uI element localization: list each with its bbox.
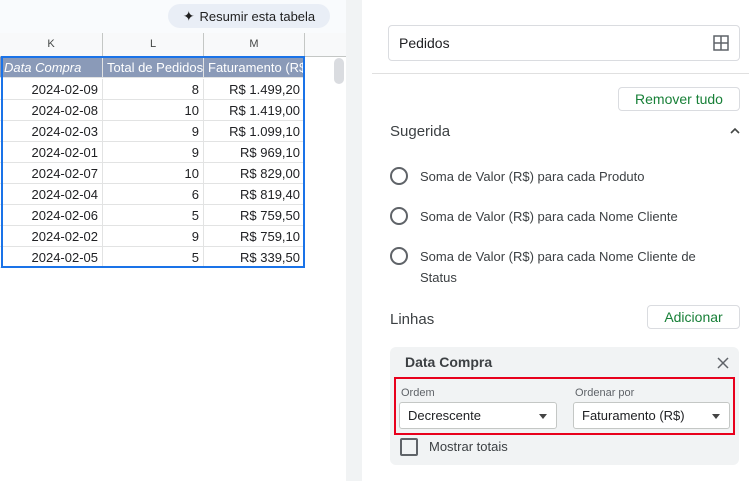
date-cell[interactable]: 2024-02-04 — [0, 184, 103, 205]
column-headers: K L M — [0, 33, 346, 57]
header-cell[interactable]: Total de Pedidos — [103, 57, 204, 78]
summarize-label: Resumir esta tabela — [199, 8, 316, 24]
summarize-table-button[interactable]: ✦ Resumir esta tabela — [168, 4, 330, 28]
orders-cell[interactable]: 8 — [103, 79, 204, 100]
suggestion-item[interactable]: Soma de Valor (R$) para cada Nome Client… — [390, 247, 710, 288]
revenue-cell[interactable]: R$ 819,40 — [204, 184, 305, 205]
table-row: 2024-02-09 8 R$ 1.499,20 — [0, 79, 305, 100]
add-row-button[interactable]: Adicionar — [647, 305, 740, 329]
orders-cell[interactable]: 5 — [103, 247, 204, 268]
revenue-cell[interactable]: R$ 1.099,10 — [204, 121, 305, 142]
suggestion-item[interactable]: Soma de Valor (R$) para cada Produto — [390, 167, 710, 187]
revenue-cell[interactable]: R$ 759,10 — [204, 226, 305, 247]
suggested-section-title: Sugerida — [390, 123, 451, 140]
panel-separator — [372, 73, 749, 74]
suggestion-item[interactable]: Soma de Valor (R$) para cada Nome Client… — [390, 207, 710, 227]
header-cell[interactable]: Faturamento (R$ — [204, 57, 305, 78]
orders-cell[interactable]: 9 — [103, 226, 204, 247]
panel-divider — [346, 0, 362, 481]
radio-button[interactable] — [390, 247, 408, 265]
vertical-scrollbar[interactable] — [334, 58, 344, 84]
sparkle-icon: ✦ — [182, 7, 195, 24]
header-cell[interactable]: Data Compra — [0, 57, 103, 78]
grid-select-icon[interactable] — [713, 35, 729, 51]
date-cell[interactable]: 2024-02-03 — [0, 121, 103, 142]
revenue-cell[interactable]: R$ 1.419,00 — [204, 100, 305, 121]
remove-all-button[interactable]: Remover tudo — [618, 87, 740, 111]
orders-cell[interactable]: 6 — [103, 184, 204, 205]
table-row: 2024-02-08 10 R$ 1.419,00 — [0, 100, 305, 121]
column-header-m[interactable]: M — [204, 33, 305, 56]
suggestion-label: Soma de Valor (R$) para cada Nome Client… — [420, 209, 678, 224]
orders-cell[interactable]: 10 — [103, 163, 204, 184]
date-cell[interactable]: 2024-02-02 — [0, 226, 103, 247]
revenue-cell[interactable]: R$ 969,10 — [204, 142, 305, 163]
show-totals-checkbox[interactable] — [400, 438, 418, 456]
suggestion-label: Soma de Valor (R$) para cada Nome Client… — [420, 249, 696, 285]
date-cell[interactable]: 2024-02-09 — [0, 79, 103, 100]
table-header-row: Data Compra Total de Pedidos Faturamento… — [0, 57, 305, 78]
show-totals-label: Mostrar totais — [429, 439, 508, 454]
suggestion-label: Soma de Valor (R$) para cada Produto — [420, 169, 645, 184]
date-cell[interactable]: 2024-02-01 — [0, 142, 103, 163]
data-range-input[interactable]: Pedidos — [388, 25, 740, 61]
date-cell[interactable]: 2024-02-05 — [0, 247, 103, 268]
rows-section-title: Linhas — [390, 311, 435, 328]
date-cell[interactable]: 2024-02-06 — [0, 205, 103, 226]
column-header-k[interactable]: K — [0, 33, 103, 56]
table-row: 2024-02-07 10 R$ 829,00 — [0, 163, 305, 184]
date-cell[interactable]: 2024-02-08 — [0, 100, 103, 121]
table-row: 2024-02-02 9 R$ 759,10 — [0, 226, 305, 247]
data-range-value: Pedidos — [399, 35, 450, 51]
spreadsheet-area: ✦ Resumir esta tabela K L M Data Compra … — [0, 0, 346, 481]
row-field-title: Data Compra — [405, 354, 493, 370]
table-row: 2024-02-01 9 R$ 969,10 — [0, 142, 305, 163]
table-row: 2024-02-06 5 R$ 759,50 — [0, 205, 305, 226]
orders-cell[interactable]: 10 — [103, 100, 204, 121]
date-cell[interactable]: 2024-02-07 — [0, 163, 103, 184]
revenue-cell[interactable]: R$ 339,50 — [204, 247, 305, 268]
table-row: 2024-02-05 5 R$ 339,50 — [0, 247, 305, 268]
close-icon[interactable] — [716, 356, 730, 370]
table-row: 2024-02-04 6 R$ 819,40 — [0, 184, 305, 205]
column-header-l[interactable]: L — [103, 33, 204, 56]
orders-cell[interactable]: 5 — [103, 205, 204, 226]
radio-button[interactable] — [390, 167, 408, 185]
sheet-topbar: ✦ Resumir esta tabela — [0, 0, 346, 33]
highlight-annotation-box — [394, 377, 735, 435]
radio-button[interactable] — [390, 207, 408, 225]
orders-cell[interactable]: 9 — [103, 121, 204, 142]
revenue-cell[interactable]: R$ 829,00 — [204, 163, 305, 184]
revenue-cell[interactable]: R$ 1.499,20 — [204, 79, 305, 100]
revenue-cell[interactable]: R$ 759,50 — [204, 205, 305, 226]
chevron-up-icon[interactable] — [728, 126, 742, 136]
orders-cell[interactable]: 9 — [103, 142, 204, 163]
table-row: 2024-02-03 9 R$ 1.099,10 — [0, 121, 305, 142]
